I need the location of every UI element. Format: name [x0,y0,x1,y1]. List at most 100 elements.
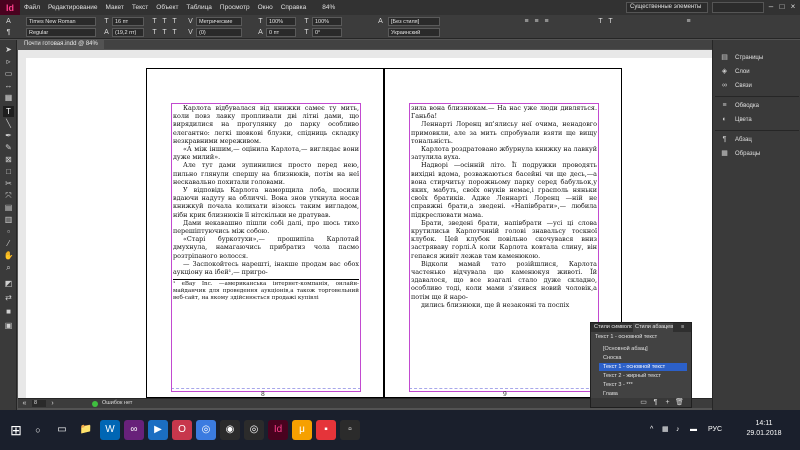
page-left[interactable]: Карлота відбувалася від книжки самеє ту … [146,68,384,398]
tab-paragraph-styles[interactable]: Стили абзацев [633,323,673,332]
flag-icon[interactable]: ▬ [690,424,697,436]
font-style-select[interactable]: Regular [26,28,96,37]
new-style-icon[interactable]: + [663,398,672,407]
align-right-icon[interactable]: ≡ [542,17,551,26]
baseline-shift-field[interactable]: 0 пт [266,28,296,37]
panel-menu-icon[interactable]: ≡ [679,323,689,332]
text-color-icon[interactable]: T [596,17,605,26]
menu-view[interactable]: Просмотр [216,4,254,11]
style-item[interactable]: Глава [599,390,687,398]
tab-character-styles[interactable]: Стили символов [592,323,632,332]
skew-field[interactable]: 0° [312,28,342,37]
menu-type[interactable]: Текст [128,4,152,11]
dock-item-paragraph[interactable]: ¶ Абзац [713,134,800,146]
torrent-app-icon[interactable]: μ [292,420,312,440]
page-field[interactable]: 8 [32,400,46,407]
preflight-status[interactable]: Ошибок нет [100,400,142,407]
gradient-feather-icon[interactable]: ▥ [3,214,14,225]
style-item[interactable]: Текст 3 - *** [599,381,687,389]
screen-mode-icon[interactable]: ▣ [3,320,14,331]
volume-icon[interactable]: ♪ [676,424,680,436]
dock-item-stroke[interactable]: ≡ Обводка [713,100,800,112]
style-item[interactable]: Сноска [599,354,687,362]
minimize-icon[interactable]: – [766,2,776,12]
apply-color-icon[interactable]: ■ [3,306,14,317]
zoom-level[interactable]: 84% [322,4,335,11]
panel-menu-icon[interactable]: ≡ [684,17,693,26]
gap-tool-icon[interactable]: ↔ [3,80,14,91]
vertical-ruler[interactable] [18,58,26,398]
menu-layout[interactable]: Макет [102,4,128,11]
character-mode-icon[interactable]: A [4,17,13,26]
paragraph-mode-icon[interactable]: ¶ [4,28,13,37]
font-size-field[interactable]: 16 пт [112,17,144,26]
app-icon[interactable]: ▫ [340,420,360,440]
app-icon[interactable]: ▪ [316,420,336,440]
page-right[interactable]: зила вона близнюкам.— На нас уже люди ди… [384,68,622,398]
content-collector-icon[interactable]: ▦ [3,92,14,103]
pen-tool-icon[interactable]: ✒ [3,130,14,141]
align-left-icon[interactable]: ≡ [522,17,531,26]
close-icon[interactable]: × [788,2,798,12]
word-app-icon[interactable]: W [100,420,120,440]
tray-up-icon[interactable]: ^ [650,424,653,436]
free-transform-icon[interactable]: ⤧ [3,190,14,201]
dock-item-layers[interactable]: ◈ Слои [713,66,800,78]
menu-file[interactable]: Файл [20,4,44,11]
chrome-app-icon[interactable]: ◎ [196,420,216,440]
horizontal-scale-field[interactable]: 100% [312,17,342,26]
clear-override-icon[interactable]: ¶ [651,398,660,407]
menu-help[interactable]: Справка [277,4,311,11]
menu-table[interactable]: Таблица [182,4,216,11]
align-center-icon[interactable]: ≡ [532,17,541,26]
stroke-color-icon[interactable]: T [606,17,615,26]
style-item[interactable]: [Основной абзац] [599,345,687,353]
indesign-app-icon[interactable]: Id [268,420,288,440]
all-caps-icon[interactable]: T [150,17,159,26]
steam-app-icon[interactable]: ◉ [220,420,240,440]
strikethrough-icon[interactable]: T [170,28,179,37]
rectangle-frame-icon[interactable]: ⊠ [3,154,14,165]
clock[interactable]: 14:11 29.01.2018 [742,419,786,439]
character-style-select[interactable]: [Без стиля] [388,17,440,26]
style-item-selected[interactable]: Текст 1 - основной текст [599,363,687,371]
search-icon[interactable]: ○ [32,424,44,436]
delete-style-icon[interactable]: 🗑 [675,398,684,407]
dock-item-swatches[interactable]: ▦ Образцы [713,148,800,160]
text-frame-right[interactable]: зила вона близнюкам.— На нас уже люди ди… [409,103,599,392]
new-group-icon[interactable]: ▭ [639,398,648,407]
task-view-icon[interactable]: ▭ [52,420,72,440]
windows-start-icon[interactable]: ⊞ [8,422,24,438]
subscript-icon[interactable]: T [160,28,169,37]
document-tab[interactable]: Почти готовая.indd @ 84% [18,40,104,49]
opera-app-icon[interactable]: O [172,420,192,440]
gradient-tool-icon[interactable]: ▤ [3,202,14,213]
line-tool-icon[interactable]: ╲ [3,118,14,129]
menu-object[interactable]: Объект [152,4,182,11]
first-page-icon[interactable]: « [20,399,29,408]
search-input[interactable] [712,2,764,13]
page-tool-icon[interactable]: ▭ [3,68,14,79]
small-caps-icon[interactable]: T [160,17,169,26]
swap-colors-icon[interactable]: ⇄ [3,292,14,303]
tracking-field[interactable]: (0) [196,28,242,37]
leading-field[interactable]: (19,2 пт) [112,28,144,37]
media-app-icon[interactable]: ▶ [148,420,168,440]
maximize-icon[interactable]: □ [777,2,787,12]
rectangle-tool-icon[interactable]: □ [3,166,14,177]
pencil-tool-icon[interactable]: ✎ [3,142,14,153]
keyboard-language[interactable]: РУС [708,424,722,436]
zoom-tool-icon[interactable]: ⌕ [3,262,14,273]
direct-selection-icon[interactable]: ▹ [3,56,14,67]
fill-stroke-swatch-icon[interactable]: ◩ [3,278,14,289]
language-select[interactable]: Украинский [388,28,440,37]
explorer-app-icon[interactable]: 📁 [76,420,96,440]
style-item[interactable]: Текст 2 - жирный текст [599,372,687,380]
next-page-icon[interactable]: › [48,399,57,408]
superscript-icon[interactable]: T [150,28,159,37]
text-frame-left[interactable]: Карлота відбувалася від книжки самеє ту … [171,103,361,392]
kerning-field[interactable]: Метрические [196,17,242,26]
scissors-tool-icon[interactable]: ✂ [3,178,14,189]
hand-tool-icon[interactable]: ✋ [3,250,14,261]
underline-icon[interactable]: T [170,17,179,26]
